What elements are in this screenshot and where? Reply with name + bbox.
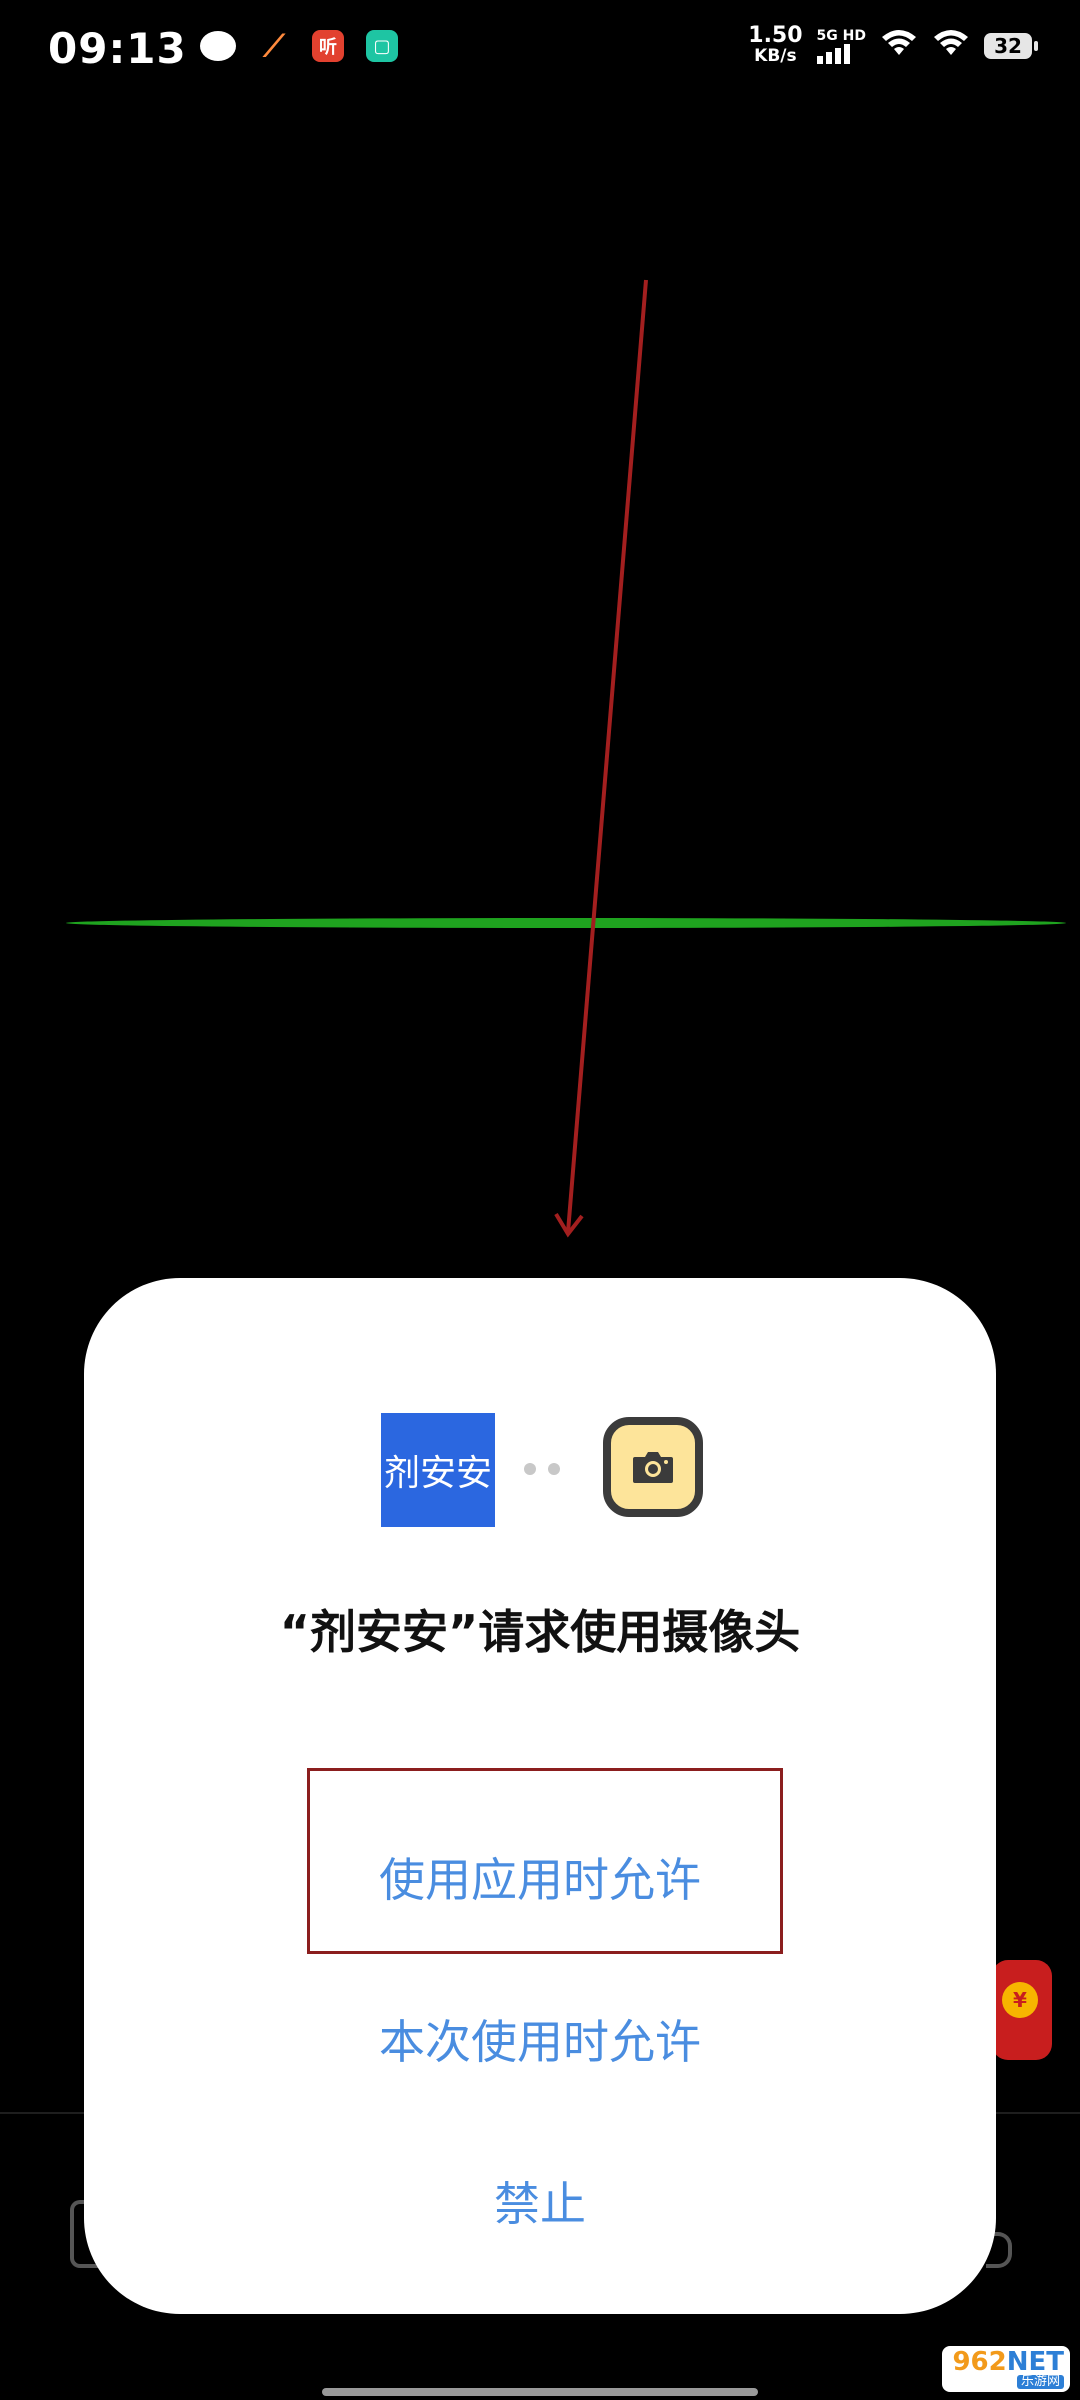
notification-icons: ⟋ 听 ▢: [200, 28, 398, 64]
wifi-icon: [932, 27, 970, 65]
chat-bubble-icon: [200, 31, 236, 61]
camera-screen: 09:13 ⟋ 听 ▢ 1.50 KB/s 5G HD 32 ¥ 剂安安 “剂安…: [0, 0, 1080, 2400]
battery-level: 32: [994, 34, 1022, 58]
network-type-label: 5G HD: [816, 28, 866, 44]
cellular-signal-icon: 5G HD: [816, 28, 866, 64]
horizon-level-line: [66, 918, 1066, 928]
wifi-plus-icon: [880, 27, 918, 65]
listen-app-icon: 听: [312, 30, 344, 62]
site-watermark: 962NET 乐游网: [942, 2346, 1070, 2392]
network-speed-value: 1.50: [748, 23, 803, 48]
allow-once-button[interactable]: 本次使用时允许: [84, 2006, 996, 2072]
mi-home-icon: ▢: [366, 30, 398, 62]
allow-while-using-button[interactable]: 使用应用时允许: [84, 1844, 996, 1910]
red-envelope-icon[interactable]: ¥: [992, 1960, 1052, 2060]
dialog-title: “剂安安”请求使用摄像头: [279, 1605, 801, 1659]
connector-dots: [524, 1463, 560, 1475]
watermark-number: 962: [952, 2347, 1007, 2377]
status-right-icons: 1.50 KB/s 5G HD 32: [748, 23, 1038, 67]
deny-button[interactable]: 禁止: [84, 2168, 996, 2234]
permission-icons: 剂安安: [84, 1413, 996, 1533]
home-indicator[interactable]: [322, 2388, 758, 2396]
status-time: 09:13: [48, 24, 187, 73]
network-speed-unit: KB/s: [754, 46, 797, 66]
watermark-site-name: 乐游网: [1016, 2375, 1064, 2389]
camera-icon: [603, 1417, 703, 1517]
network-speed: 1.50 KB/s: [748, 23, 803, 67]
coin-icon: ¥: [1002, 1982, 1038, 2018]
battery-icon: 32: [984, 33, 1038, 59]
status-bar: 09:13 ⟋ 听 ▢ 1.50 KB/s 5G HD 32: [0, 0, 1080, 100]
watermark-suffix: NET: [1006, 2347, 1064, 2377]
camera-permission-dialog: 剂安安 “剂安安”请求使用摄像头 使用应用时允许 本次使用时允许 禁止: [84, 1278, 996, 2314]
orange-app-icon: ⟋: [263, 28, 285, 64]
app-logo: 剂安安: [381, 1413, 495, 1527]
annotation-arrow-shaft: [566, 279, 648, 1233]
